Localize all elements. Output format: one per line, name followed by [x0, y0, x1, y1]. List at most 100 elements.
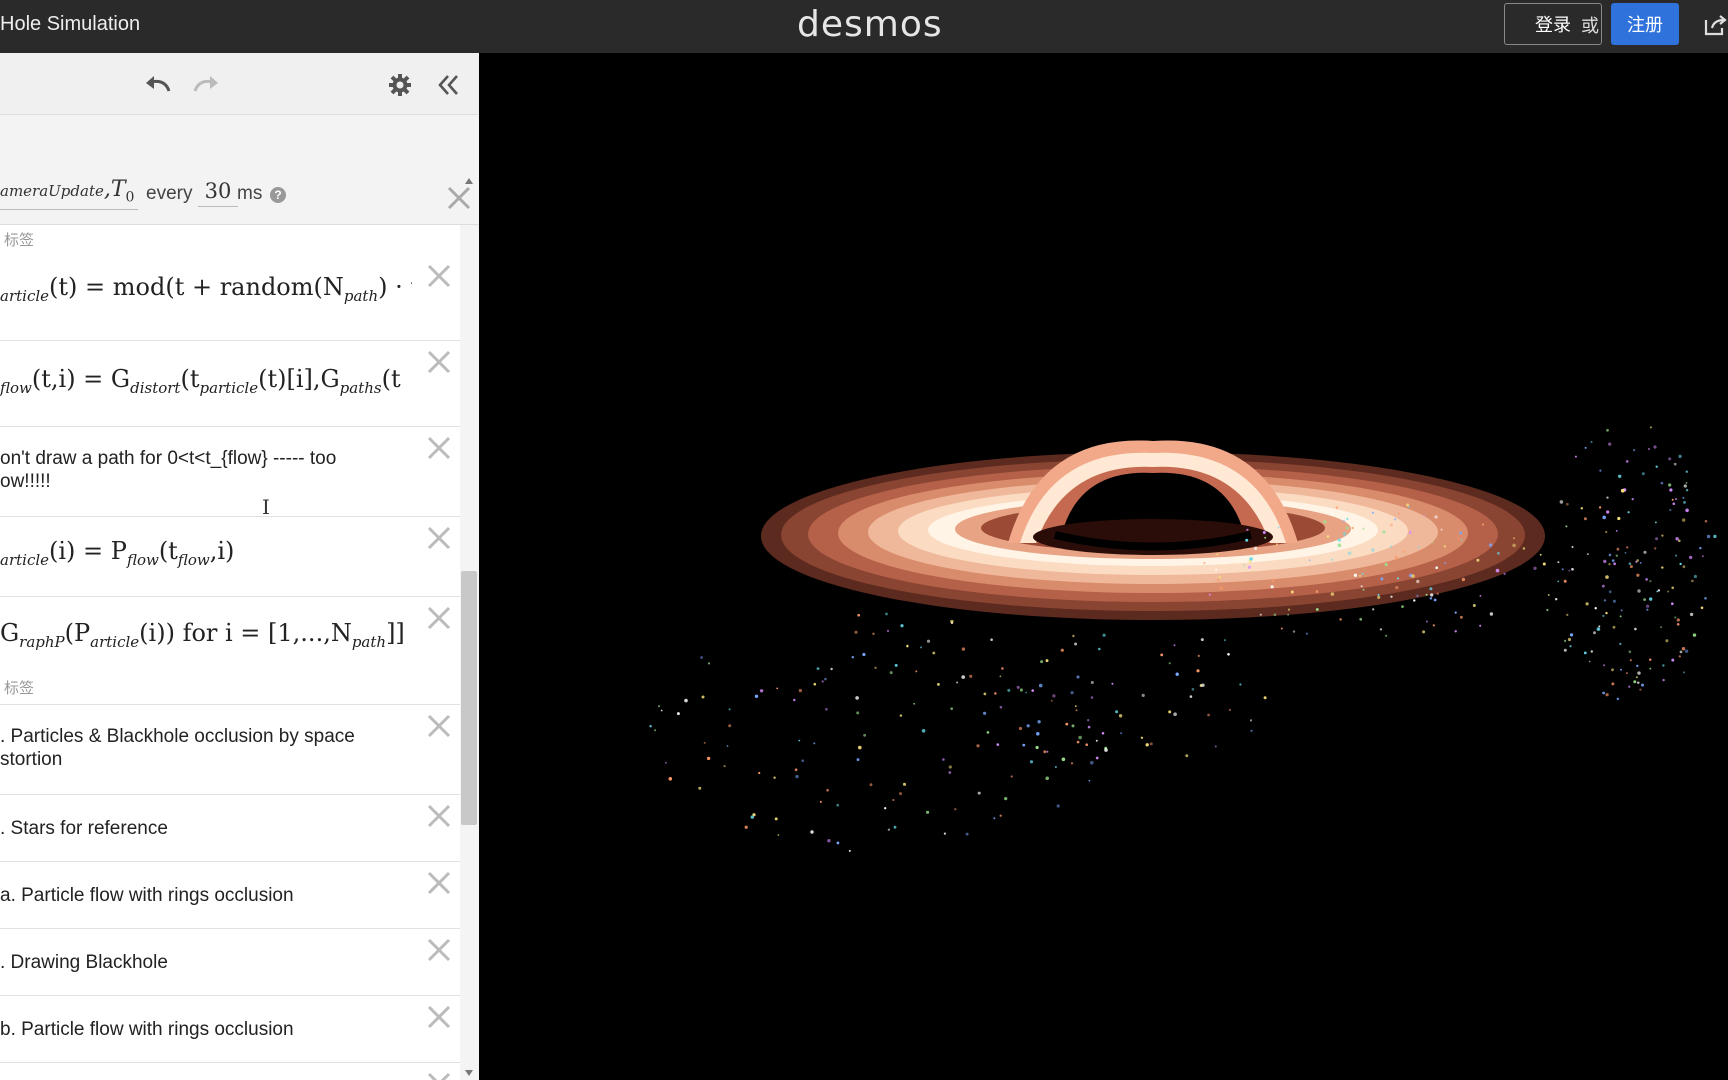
particle-dot	[1239, 683, 1242, 686]
particle-dot	[1643, 550, 1647, 554]
particle-dot	[1145, 743, 1149, 747]
particle-dot	[1173, 644, 1176, 647]
delete-icon[interactable]	[426, 349, 452, 375]
register-button[interactable]: 注册	[1611, 3, 1679, 45]
delete-icon[interactable]	[426, 1071, 452, 1080]
folder-row[interactable]: . Drawing Blackhole	[0, 929, 460, 996]
math-expression[interactable]: GraphP(Particle(i)) for i = [1,...,Npath…	[0, 619, 412, 651]
delete-icon[interactable]	[426, 525, 452, 551]
particle-dot	[1045, 776, 1049, 781]
expression-row[interactable]: article(t) = mod(t + random(Npath) · ten…	[0, 255, 460, 341]
note-row[interactable]: on't draw a path for 0<t<t_{flow} ----- …	[0, 427, 460, 517]
particle-dot	[825, 708, 828, 711]
particle-dot	[1140, 736, 1144, 739]
math-expression[interactable]: article(t) = mod(t + random(Npath) · ten…	[0, 273, 412, 305]
scroll-down-icon[interactable]	[465, 1070, 473, 1076]
particle-dot	[1588, 660, 1591, 663]
particle-dot	[1246, 528, 1249, 531]
particle-dot	[744, 825, 748, 829]
redo-icon[interactable]	[190, 69, 222, 101]
particle-dot	[1371, 511, 1374, 514]
particle-dot	[1385, 634, 1388, 637]
particle-dot	[1503, 572, 1506, 576]
particle-dot	[1175, 672, 1179, 676]
undo-icon[interactable]	[142, 69, 174, 101]
scrollbar-thumb[interactable]	[461, 571, 477, 825]
particle-dot	[1596, 627, 1601, 631]
expression-row[interactable]: GraphP(Particle(i)) for i = [1,...,Npath…	[0, 597, 460, 705]
particle-dot	[1433, 598, 1437, 602]
particle-dot	[1331, 512, 1334, 515]
particle-dot	[1407, 505, 1410, 508]
particle-dot	[1683, 501, 1686, 504]
ticker-close-icon[interactable]	[446, 185, 472, 216]
particle-dot	[774, 817, 778, 821]
particle-dot	[899, 714, 903, 717]
note-line-1: on't draw a path for 0<t<t_{flow} ----- …	[0, 448, 337, 469]
graph-canvas[interactable]	[480, 53, 1728, 1080]
particle-dot	[1606, 510, 1610, 514]
particle-dot	[707, 662, 711, 665]
particle-dot	[1315, 590, 1319, 593]
delete-icon[interactable]	[426, 605, 452, 631]
folder-row[interactable]: b. Particle flow with rings occlusion	[0, 996, 460, 1063]
label-tag: 标签	[4, 680, 35, 697]
particle-dot	[1443, 545, 1446, 548]
graph-title[interactable]: Hole Simulation	[0, 13, 140, 36]
particle-dot	[1245, 538, 1249, 542]
math-expression[interactable]: article(i) = Pflow(tflow,i)	[0, 537, 412, 569]
particle-dot	[889, 671, 893, 675]
delete-icon[interactable]	[426, 937, 452, 963]
particle-dot	[1662, 678, 1665, 682]
interval-input[interactable]: 30	[198, 179, 238, 207]
empty-expression-row[interactable]	[0, 1063, 460, 1080]
folder-row[interactable]: . Stars for reference	[0, 795, 460, 862]
particle-dot	[1608, 590, 1612, 594]
help-icon[interactable]: ?	[270, 187, 286, 203]
particle-dot	[821, 680, 824, 683]
particle-dot	[1626, 672, 1628, 675]
delete-icon[interactable]	[426, 713, 452, 739]
expression-row[interactable]: article(i) = Pflow(tflow,i)	[0, 517, 460, 597]
gear-icon[interactable]	[384, 69, 416, 101]
particle-dot	[1396, 577, 1400, 580]
particle-dot	[654, 729, 657, 732]
delete-icon[interactable]	[426, 1004, 452, 1030]
folder-row[interactable]: . Particles & Blackhole occlusion by spa…	[0, 705, 460, 795]
folder-row[interactable]: a. Particle flow with rings occlusion	[0, 862, 460, 929]
particle-dot	[1095, 739, 1098, 742]
particle-dot	[1087, 725, 1091, 729]
particle-dot	[1425, 620, 1428, 623]
particle-dot	[1619, 642, 1622, 646]
particle-dot	[1689, 612, 1694, 617]
particle-dot	[1654, 547, 1657, 550]
collapse-icon[interactable]	[432, 69, 464, 101]
particle-dot	[1620, 488, 1625, 493]
particle-dot	[1557, 580, 1560, 583]
particle-dot	[1616, 697, 1620, 701]
delete-icon[interactable]	[426, 870, 452, 896]
accretion-disk	[761, 440, 1545, 620]
delete-icon[interactable]	[426, 263, 452, 289]
particle-dot	[794, 768, 798, 772]
particle-dot	[1074, 642, 1078, 646]
particle-dot	[1243, 564, 1246, 567]
delete-icon[interactable]	[426, 803, 452, 829]
ticker-row[interactable]: ameraUpdate,T0 every 30 ms ?	[0, 115, 479, 225]
expression-row[interactable]: flow(t,i) = Gdistort(tparticle(t)[i],Gpa…	[0, 341, 460, 427]
particle-dot	[1382, 530, 1386, 534]
particle-dot	[1403, 550, 1406, 553]
particle-dot	[1637, 589, 1641, 593]
particle-dot	[1085, 743, 1088, 746]
ticker-expression[interactable]: ameraUpdate,T0	[0, 177, 138, 211]
scroll-up-icon[interactable]	[465, 178, 473, 184]
particle-dot	[1626, 546, 1629, 549]
math-expression[interactable]: flow(t,i) = Gdistort(tparticle(t)[i],Gpa…	[0, 365, 412, 397]
delete-icon[interactable]	[426, 435, 452, 461]
particle-dot	[1566, 613, 1569, 617]
particle-dot	[1401, 605, 1404, 608]
particle-dot	[1674, 616, 1677, 619]
particle-dot	[1397, 512, 1400, 515]
particle-dot	[1613, 562, 1616, 566]
share-icon[interactable]	[1702, 12, 1728, 38]
